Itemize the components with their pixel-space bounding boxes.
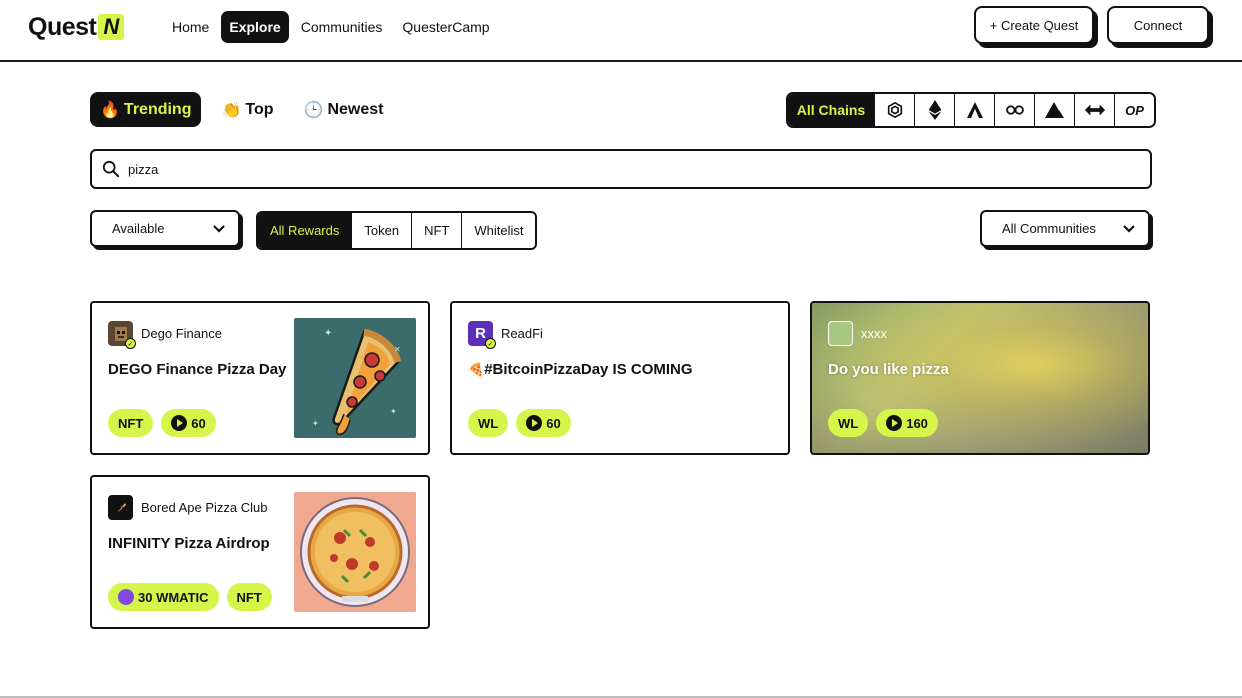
ethereum-icon[interactable] — [914, 94, 954, 126]
quest-title: INFINITY Pizza Airdrop — [108, 535, 270, 552]
nav-questercamp[interactable]: QuesterCamp — [394, 11, 497, 43]
reward-filter: All Rewards Token NFT Whitelist — [256, 211, 538, 250]
points-value: 60 — [191, 415, 206, 431]
multichain-icon[interactable] — [1074, 94, 1114, 126]
tab-newest[interactable]: 🕒 Newest — [294, 92, 394, 127]
quest-image — [294, 492, 416, 612]
wl-badge: WL — [828, 409, 869, 437]
quest-image: ✦ ✕ ✦ ✦ — [294, 318, 416, 438]
arbitrum-icon[interactable] — [954, 94, 994, 126]
community-name: Dego Finance — [141, 326, 222, 341]
verified-icon: ✓ — [485, 338, 496, 349]
points-icon — [886, 415, 903, 431]
polygon-icon — [118, 589, 134, 605]
questn-logo[interactable]: Quest N — [28, 12, 125, 42]
community-avatar: R ✓ — [468, 321, 496, 349]
pizza-icon: 🍕 — [468, 362, 485, 377]
tab-label: Top — [245, 100, 274, 118]
quest-community[interactable]: xxxx — [828, 321, 887, 346]
avalanche-icon[interactable] — [1034, 94, 1074, 126]
nav-explore[interactable]: Explore — [221, 11, 289, 43]
main-nav: Home Explore Communities QuesterCamp — [164, 11, 498, 43]
svg-text:✦: ✦ — [390, 407, 397, 416]
token-reward-badge: 30 WMATIC — [108, 583, 219, 611]
token-reward-value: 30 WMATIC — [138, 589, 209, 605]
points-badge: 60 — [161, 409, 216, 437]
points-badge: 160 — [876, 409, 938, 437]
logo-text: Quest — [28, 12, 97, 41]
wl-badge: WL — [468, 409, 509, 437]
community-name: Bored Ape Pizza Club — [141, 500, 268, 515]
chevron-down-icon — [1123, 224, 1135, 233]
quest-community[interactable]: R ✓ ReadFi — [468, 321, 543, 349]
svg-text:✦: ✦ — [324, 328, 332, 339]
readfi-logo: R — [475, 325, 486, 342]
points-badge: 60 — [516, 409, 571, 437]
reward-badges: NFT 60 — [108, 409, 216, 437]
reward-badges: WL 60 — [468, 409, 571, 437]
nav-communities[interactable]: Communities — [293, 11, 391, 43]
fire-icon: 🔥 — [100, 101, 120, 119]
clap-icon: 👏 — [221, 101, 242, 119]
communities-dropdown[interactable]: All Communities — [980, 210, 1150, 247]
connect-wallet-button[interactable]: Connect — [1107, 6, 1209, 44]
quest-card[interactable]: Bored Ape Pizza Club INFINITY Pizza Aird… — [90, 475, 430, 629]
search-icon — [102, 160, 120, 178]
nft-badge: NFT — [108, 409, 154, 437]
nft-badge: NFT — [226, 583, 272, 611]
chainlink-icon[interactable] — [994, 94, 1034, 126]
community-avatar — [828, 321, 853, 346]
quest-card[interactable]: xxxx Do you like pizza WL 160 — [810, 301, 1150, 455]
community-name: ReadFi — [501, 326, 543, 341]
quest-card[interactable]: R ✓ ReadFi 🍕#BitcoinPizzaDay IS COMING W… — [450, 301, 790, 455]
availability-dropdown[interactable]: Available — [90, 210, 240, 247]
top-navbar: Quest N Home Explore Communities Quester… — [0, 0, 1242, 62]
chain-filter: All Chains OP — [786, 92, 1156, 128]
clock-icon: 🕒 — [303, 101, 324, 119]
communities-value: All Communities — [1002, 221, 1096, 236]
points-value: 160 — [906, 415, 928, 431]
quest-title: Do you like pizza — [828, 361, 949, 378]
verified-icon: ✓ — [125, 338, 136, 349]
availability-value: Available — [112, 221, 165, 236]
reward-token-button[interactable]: Token — [351, 213, 412, 248]
optimism-icon[interactable]: OP — [1114, 94, 1154, 126]
logo-mark: N — [98, 14, 125, 40]
reward-badges: WL 160 — [828, 409, 938, 437]
chevron-down-icon — [213, 224, 225, 233]
tab-label: Trending — [123, 100, 192, 118]
tab-top[interactable]: 👏 Top — [211, 92, 283, 127]
community-avatar: ✓ — [108, 321, 136, 349]
community-avatar — [108, 495, 133, 520]
quest-community[interactable]: ✓ Dego Finance — [108, 321, 222, 349]
points-value: 60 — [546, 415, 561, 431]
reward-all-button[interactable]: All Rewards — [258, 213, 352, 248]
search-input[interactable] — [128, 161, 1028, 177]
svg-text:✕: ✕ — [394, 345, 401, 354]
quest-title-text: #BitcoinPizzaDay IS COMING — [484, 361, 693, 378]
chain-all-button[interactable]: All Chains — [788, 94, 874, 126]
tab-label: Newest — [327, 100, 384, 118]
quest-card[interactable]: ✓ Dego Finance DEGO Finance Pizza Day NF… — [90, 301, 430, 455]
tab-trending[interactable]: 🔥 Trending — [90, 92, 202, 127]
optimism-label: OP — [1125, 102, 1144, 118]
quest-title: DEGO Finance Pizza Day — [108, 361, 287, 378]
quest-community[interactable]: Bored Ape Pizza Club — [108, 495, 267, 520]
sort-tabs: 🔥 Trending 👏 Top 🕒 Newest — [90, 92, 394, 127]
quest-title: 🍕#BitcoinPizzaDay IS COMING — [468, 361, 693, 378]
bnb-chain-icon[interactable] — [874, 94, 914, 126]
reward-badges: 30 WMATIC NFT — [108, 583, 272, 611]
points-icon — [171, 415, 188, 431]
community-name: xxxx — [861, 326, 887, 341]
svg-text:✦: ✦ — [312, 419, 319, 428]
reward-whitelist-button[interactable]: Whitelist — [461, 213, 536, 248]
search-bar — [90, 149, 1152, 189]
points-icon — [526, 415, 543, 431]
reward-nft-button[interactable]: NFT — [411, 213, 462, 248]
create-quest-button[interactable]: + Create Quest — [974, 6, 1094, 44]
nav-home[interactable]: Home — [164, 11, 217, 43]
